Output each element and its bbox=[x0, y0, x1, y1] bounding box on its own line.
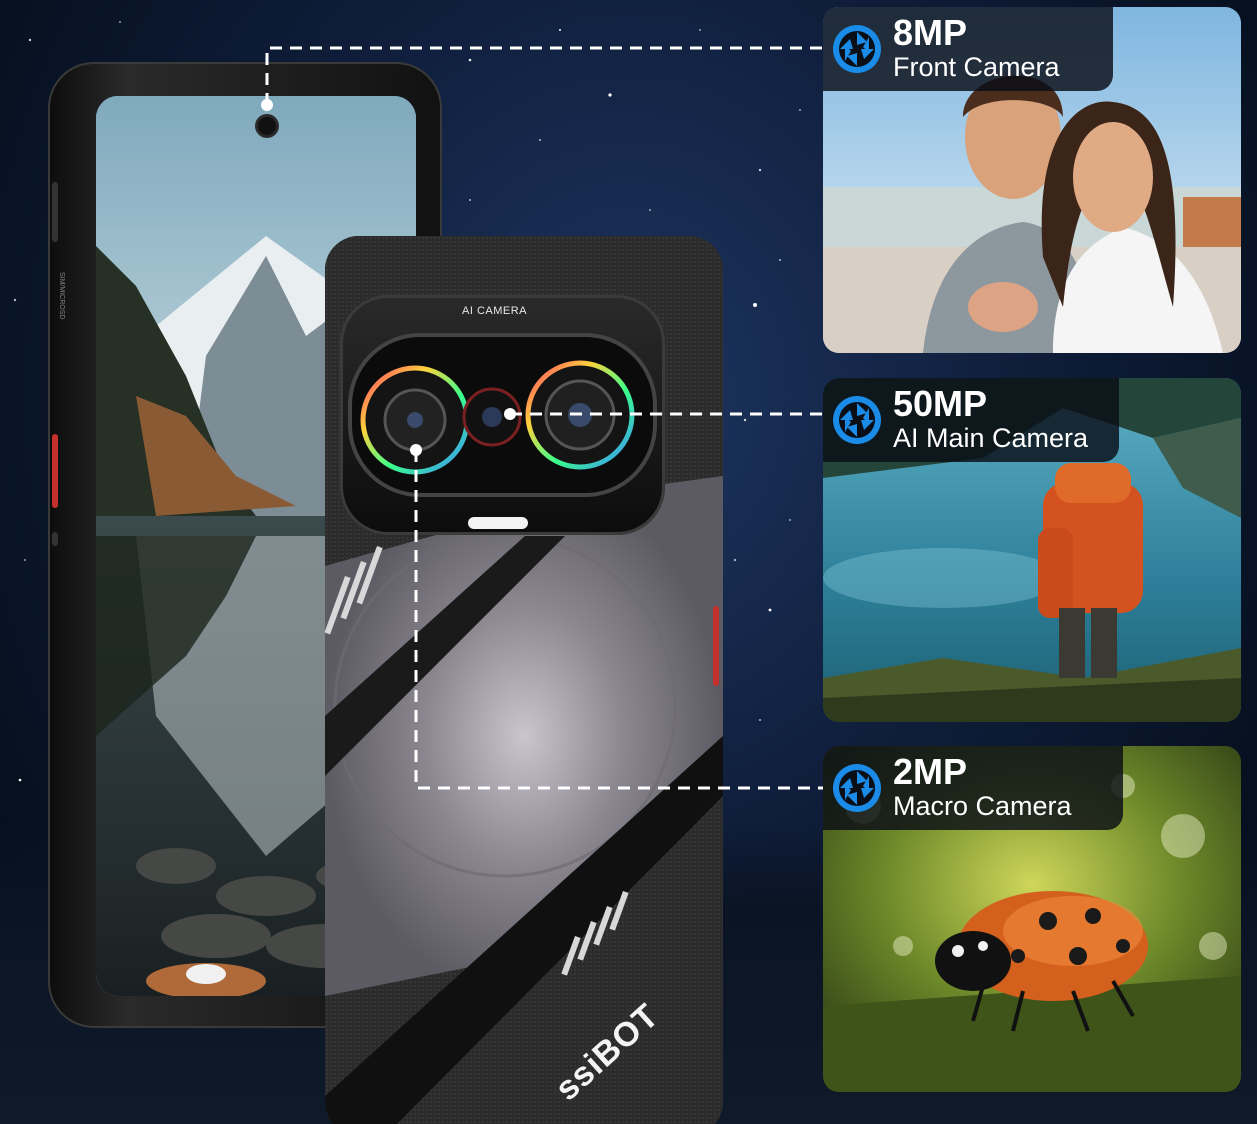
megapixel-value: 2MP bbox=[893, 751, 968, 792]
camera-lenses bbox=[348, 333, 657, 529]
side-button bbox=[52, 182, 58, 242]
aperture-icon bbox=[833, 25, 881, 73]
megapixel-value: 50MP bbox=[893, 383, 988, 424]
side-button bbox=[52, 532, 58, 546]
macro-camera-card: 2MP Macro Camera bbox=[823, 746, 1241, 1092]
sim-slot-label: SIM/MICROSD bbox=[58, 272, 65, 320]
aperture-icon bbox=[833, 396, 881, 444]
aperture-icon bbox=[833, 764, 881, 812]
camera-name: AI Main Camera bbox=[893, 423, 1089, 453]
megapixel-value: 8MP bbox=[893, 12, 968, 53]
camera-name: Front Camera bbox=[893, 52, 1060, 82]
card-header: 2MP Macro Camera bbox=[823, 746, 1123, 830]
camera-name: Macro Camera bbox=[893, 791, 1072, 821]
card-header: 50MP AI Main Camera bbox=[823, 378, 1119, 462]
product-image: SIM/MICROSD AI CAMERA ssiBOT 8MP Front C… bbox=[0, 0, 1257, 1124]
red-side-button bbox=[52, 434, 58, 508]
rear-camera-module bbox=[340, 295, 665, 535]
front-camera-card: 8MP Front Camera bbox=[823, 7, 1241, 353]
ai-camera-label: AI CAMERA bbox=[462, 305, 528, 317]
main-camera-card: 50MP AI Main Camera bbox=[823, 378, 1241, 722]
front-camera-hole bbox=[258, 117, 276, 135]
card-header: 8MP Front Camera bbox=[823, 7, 1113, 91]
